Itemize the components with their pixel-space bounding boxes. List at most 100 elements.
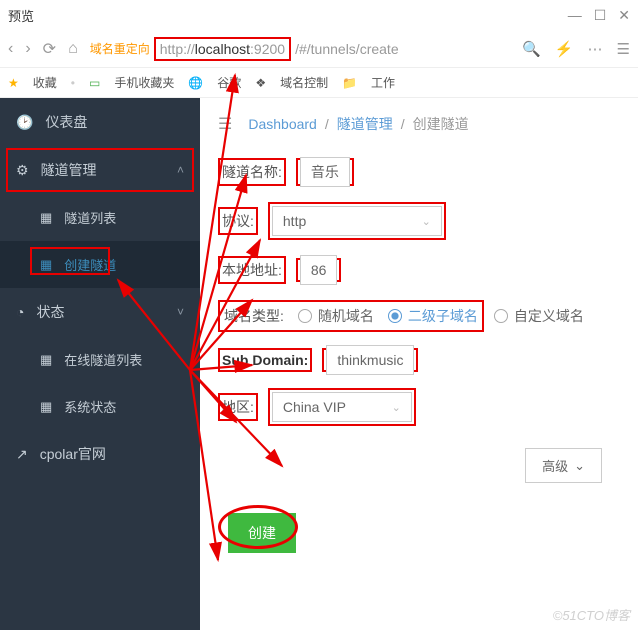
bc-tunnel[interactable]: 隧道管理 — [337, 114, 393, 134]
dashboard-icon: 🕑 — [16, 114, 33, 131]
label: 仪表盘 — [45, 112, 87, 132]
bm-mobile[interactable]: 手机收藏夹 — [114, 74, 174, 91]
back-icon[interactable]: ‹ — [8, 40, 13, 58]
label: cpolar官网 — [40, 444, 106, 464]
protocol-label: 协议: — [222, 213, 254, 229]
menu-toggle-icon[interactable]: ☰ — [218, 114, 232, 134]
url-domain: localhost — [195, 41, 250, 57]
breadcrumb: ☰ Dashboard / 隧道管理 / 创建隧道 — [200, 98, 638, 150]
protocol-value: http — [283, 213, 306, 229]
local-addr-label: 本地地址: — [222, 262, 282, 278]
more-icon[interactable]: ⋯ — [588, 40, 603, 58]
chevron-down-icon: ⌄ — [422, 215, 431, 228]
menu-icon[interactable]: ☰ — [617, 40, 630, 58]
label: 状态 — [36, 302, 64, 322]
chevron-up-icon: ˄ — [177, 163, 184, 177]
domain-type-label: 域名类型: — [224, 306, 284, 326]
external-icon: ↗ — [16, 446, 28, 463]
sidebar-item-system-status[interactable]: ▦ 系统状态 — [0, 383, 200, 430]
sidebar-item-tunnel-mgmt[interactable]: ⚙ 隧道管理 ˄ — [0, 146, 200, 194]
bm-google[interactable]: 谷歌 — [217, 74, 241, 91]
sidebar-item-tunnel-list[interactable]: ▦ 隧道列表 — [0, 194, 200, 241]
radio-subdomain[interactable]: 二级子域名 — [388, 306, 478, 326]
status-icon: ◔ — [16, 304, 24, 320]
local-addr-input[interactable]: 86 — [300, 255, 338, 285]
sidebar-item-cpolar[interactable]: ↗ cpolar官网 — [0, 430, 200, 478]
star-icon[interactable]: ★ — [8, 76, 19, 90]
window-controls: ― ☐ ✕ — [568, 7, 630, 24]
gear-icon: ⚙ — [16, 162, 29, 179]
row-domain-type: 域名类型: 随机域名 二级子域名 自定义域名 — [200, 292, 638, 340]
bc-dashboard[interactable]: Dashboard — [248, 116, 317, 132]
label: 系统状态 — [64, 397, 116, 416]
tunnel-name-input[interactable]: 音乐 — [300, 157, 350, 187]
watermark: ©51CTO博客 — [553, 605, 630, 624]
row-region: 地区: China VIP ⌄ — [200, 380, 638, 434]
protocol-select[interactable]: http ⌄ — [272, 206, 442, 236]
bolt-icon[interactable]: ⚡ — [555, 40, 574, 58]
chevron-down-icon: ⌄ — [392, 401, 401, 414]
sidebar-item-online-list[interactable]: ▦ 在线隧道列表 — [0, 336, 200, 383]
address-bar[interactable]: 域名重定向 http://localhost:9200 /#/tunnels/c… — [90, 37, 510, 61]
home-icon[interactable]: ⌂ — [68, 40, 78, 58]
url-suffix: /#/tunnels/create — [295, 41, 399, 57]
label: 高级 — [542, 456, 568, 475]
sidebar-item-dashboard[interactable]: 🕑 仪表盘 — [0, 98, 200, 146]
bm-sep: • — [71, 76, 75, 90]
grid-icon: ▦ — [40, 257, 52, 273]
subdomain-label: Sub Domain: — [222, 352, 308, 368]
mobile-icon: ▭ — [89, 76, 100, 90]
globe-icon: 🌐 — [188, 76, 203, 90]
sep: / — [325, 116, 329, 132]
region-value: China VIP — [283, 399, 346, 415]
folder-icon: 📁 — [342, 76, 357, 90]
label: 随机域名 — [318, 306, 374, 326]
create-button[interactable]: 创建 — [228, 513, 296, 553]
bc-create: 创建隧道 — [413, 114, 469, 134]
bm-favorites[interactable]: 收藏 — [33, 74, 57, 91]
minimize-icon[interactable]: ― — [568, 7, 582, 24]
browser-navbar: ‹ › ⟳ ⌂ 域名重定向 http://localhost:9200 /#/t… — [0, 30, 638, 68]
search-icon[interactable]: 🔍 — [522, 40, 541, 58]
url-box: http://localhost:9200 — [154, 37, 291, 61]
sidebar-item-status[interactable]: ◔ 状态 ˅ — [0, 288, 200, 336]
tunnel-name-label: 隧道名称: — [222, 164, 282, 180]
window-titlebar: 预览 ― ☐ ✕ — [0, 0, 638, 30]
label: 创建 — [248, 525, 276, 541]
url-port: :9200 — [250, 41, 285, 57]
maximize-icon[interactable]: ☐ — [594, 7, 607, 24]
sidebar-item-create-tunnel[interactable]: ▦ 创建隧道 — [0, 241, 200, 288]
list-icon: ▦ — [40, 399, 52, 415]
list-icon: ▦ — [40, 352, 52, 368]
row-protocol: 协议: http ⌄ — [200, 194, 638, 248]
label: 二级子域名 — [408, 306, 478, 326]
row-subdomain: Sub Domain: thinkmusic — [200, 340, 638, 380]
sidebar: 🕑 仪表盘 ⚙ 隧道管理 ˄ ▦ 隧道列表 ▦ 创建隧道 ◔ 状态 ˅ ▦ 在线… — [0, 98, 200, 630]
row-tunnel-name: 隧道名称: 音乐 — [200, 150, 638, 194]
sep: / — [401, 116, 405, 132]
label: 在线隧道列表 — [64, 350, 142, 369]
label: 自定义域名 — [514, 306, 584, 326]
chevron-down-icon: ⌄ — [574, 458, 585, 474]
radio-random-domain[interactable]: 随机域名 — [298, 306, 374, 326]
advanced-button[interactable]: 高级 ⌄ — [525, 448, 602, 483]
toolbar-icons: 🔍 ⚡ ⋯ ☰ — [522, 40, 630, 58]
content: ☰ Dashboard / 隧道管理 / 创建隧道 隧道名称: 音乐 协议: h… — [200, 98, 638, 630]
row-local-addr: 本地地址: 86 — [200, 248, 638, 292]
bm-domain[interactable]: 域名控制 — [280, 74, 328, 91]
label: 隧道管理 — [41, 160, 97, 180]
chevron-down-icon: ˅ — [177, 305, 184, 319]
subdomain-input[interactable]: thinkmusic — [326, 345, 414, 375]
bm-work[interactable]: 工作 — [371, 74, 395, 91]
region-label: 地区: — [222, 399, 254, 415]
url-proto: http:// — [160, 41, 195, 57]
window-title: 预览 — [8, 6, 34, 25]
forward-icon[interactable]: › — [25, 40, 30, 58]
radio-custom-domain[interactable]: 自定义域名 — [494, 306, 584, 326]
label: 隧道列表 — [64, 208, 116, 227]
reload-icon[interactable]: ⟳ — [43, 39, 56, 59]
label: 创建隧道 — [64, 255, 116, 274]
region-select[interactable]: China VIP ⌄ — [272, 392, 412, 422]
close-icon[interactable]: ✕ — [618, 7, 630, 24]
list-icon: ▦ — [40, 210, 52, 226]
